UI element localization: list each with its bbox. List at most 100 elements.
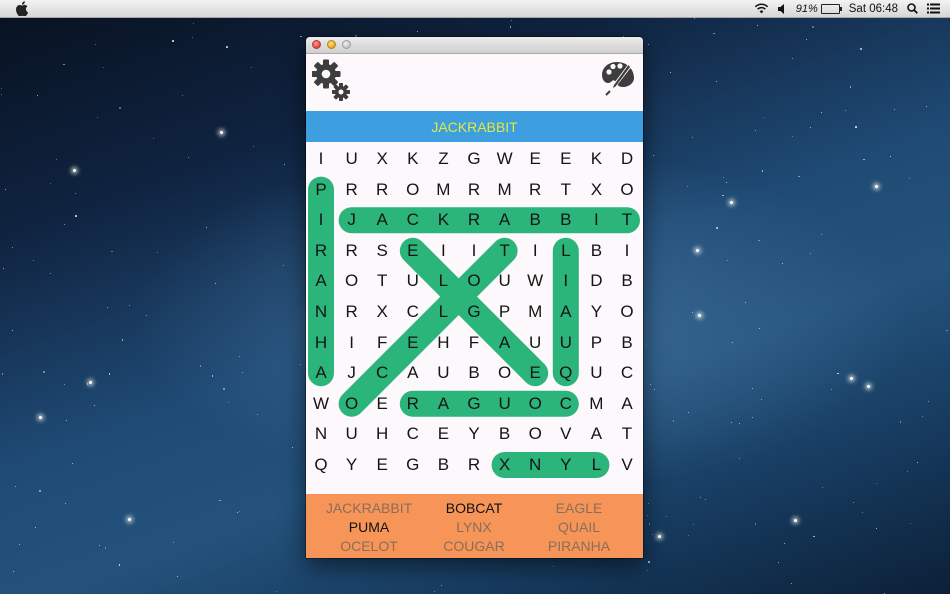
grid-cell[interactable]: V [612, 450, 642, 480]
wifi-icon[interactable] [754, 3, 769, 14]
grid-cell[interactable]: R [398, 389, 428, 419]
grid-cell[interactable]: R [337, 236, 367, 266]
grid-cell[interactable]: K [398, 144, 428, 174]
grid-cell[interactable]: C [398, 297, 428, 327]
battery-status[interactable]: 91% [796, 3, 842, 15]
grid-cell[interactable]: M [490, 175, 520, 205]
grid-cell[interactable]: K [428, 205, 458, 235]
grid-cell[interactable]: A [398, 358, 428, 388]
zoom-button[interactable] [342, 40, 351, 49]
grid-cell[interactable]: G [459, 389, 489, 419]
spotlight-icon[interactable] [907, 3, 918, 14]
grid-cell[interactable]: U [551, 328, 581, 358]
grid-cell[interactable]: I [337, 328, 367, 358]
clock[interactable]: Sat 06:48 [849, 3, 898, 15]
grid-cell[interactable]: O [520, 389, 550, 419]
grid-cell[interactable]: O [459, 266, 489, 296]
grid-cell[interactable]: A [306, 358, 336, 388]
grid-cell[interactable]: C [398, 419, 428, 449]
grid-cell[interactable]: X [367, 297, 397, 327]
grid-cell[interactable]: J [337, 205, 367, 235]
grid-cell[interactable]: U [520, 328, 550, 358]
letter-grid[interactable]: IUXKZGWEEKDPRROMRMRTXOIJACKRABBITRRSEIIT… [306, 142, 643, 493]
apple-icon[interactable] [15, 1, 29, 16]
grid-cell[interactable]: H [367, 419, 397, 449]
grid-cell[interactable]: A [306, 266, 336, 296]
theme-palette-icon[interactable] [601, 60, 635, 96]
grid-cell[interactable]: M [581, 389, 611, 419]
grid-cell[interactable]: E [520, 144, 550, 174]
grid-cell[interactable]: B [490, 419, 520, 449]
grid-cell[interactable]: K [581, 144, 611, 174]
grid-cell[interactable]: F [459, 328, 489, 358]
grid-cell[interactable]: B [428, 450, 458, 480]
grid-cell[interactable]: A [612, 389, 642, 419]
minimize-button[interactable] [327, 40, 336, 49]
notification-center-icon[interactable] [927, 3, 940, 14]
grid-cell[interactable]: R [367, 175, 397, 205]
grid-cell[interactable]: V [551, 419, 581, 449]
grid-cell[interactable]: X [367, 144, 397, 174]
grid-cell[interactable]: L [581, 450, 611, 480]
grid-cell[interactable]: C [398, 205, 428, 235]
grid-cell[interactable]: B [551, 205, 581, 235]
grid-cell[interactable]: A [551, 297, 581, 327]
grid-cell[interactable]: U [428, 358, 458, 388]
grid-cell[interactable]: D [612, 144, 642, 174]
grid-cell[interactable]: E [398, 328, 428, 358]
grid-cell[interactable]: H [306, 328, 336, 358]
grid-cell[interactable]: R [459, 205, 489, 235]
grid-cell[interactable]: R [459, 450, 489, 480]
grid-cell[interactable]: I [551, 266, 581, 296]
grid-cell[interactable]: G [459, 297, 489, 327]
grid-cell[interactable]: U [490, 266, 520, 296]
grid-cell[interactable]: U [581, 358, 611, 388]
grid-cell[interactable]: B [612, 266, 642, 296]
grid-cell[interactable]: Y [337, 450, 367, 480]
grid-cell[interactable]: M [428, 175, 458, 205]
grid-cell[interactable]: D [581, 266, 611, 296]
grid-cell[interactable]: L [428, 266, 458, 296]
grid-cell[interactable]: C [551, 389, 581, 419]
grid-cell[interactable]: Q [306, 450, 336, 480]
grid-cell[interactable]: G [459, 144, 489, 174]
grid-cell[interactable]: B [459, 358, 489, 388]
grid-cell[interactable]: L [428, 297, 458, 327]
grid-cell[interactable]: O [337, 389, 367, 419]
grid-cell[interactable]: B [520, 205, 550, 235]
grid-cell[interactable]: A [490, 328, 520, 358]
grid-cell[interactable]: R [520, 175, 550, 205]
grid-cell[interactable]: Z [428, 144, 458, 174]
grid-cell[interactable]: O [490, 358, 520, 388]
grid-cell[interactable]: P [581, 328, 611, 358]
close-button[interactable] [312, 40, 321, 49]
grid-cell[interactable]: L [551, 236, 581, 266]
grid-cell[interactable]: Y [581, 297, 611, 327]
grid-cell[interactable]: N [306, 297, 336, 327]
grid-cell[interactable]: H [428, 328, 458, 358]
grid-cell[interactable]: I [459, 236, 489, 266]
grid-cell[interactable]: O [337, 266, 367, 296]
grid-cell[interactable]: T [612, 419, 642, 449]
grid-cell[interactable]: J [337, 358, 367, 388]
grid-cell[interactable]: A [581, 419, 611, 449]
grid-cell[interactable]: N [306, 419, 336, 449]
grid-cell[interactable]: C [612, 358, 642, 388]
grid-cell[interactable]: A [367, 205, 397, 235]
settings-gears-icon[interactable] [312, 59, 350, 103]
grid-cell[interactable]: T [612, 205, 642, 235]
grid-cell[interactable]: U [337, 144, 367, 174]
grid-cell[interactable]: I [306, 205, 336, 235]
grid-cell[interactable]: N [520, 450, 550, 480]
grid-cell[interactable]: O [520, 419, 550, 449]
grid-cell[interactable]: R [337, 297, 367, 327]
grid-cell[interactable]: R [306, 236, 336, 266]
grid-cell[interactable]: U [490, 389, 520, 419]
grid-cell[interactable]: C [367, 358, 397, 388]
grid-cell[interactable]: M [520, 297, 550, 327]
grid-cell[interactable]: P [490, 297, 520, 327]
grid-cell[interactable]: R [459, 175, 489, 205]
grid-cell[interactable]: A [428, 389, 458, 419]
grid-cell[interactable]: Y [459, 419, 489, 449]
grid-cell[interactable]: U [337, 419, 367, 449]
